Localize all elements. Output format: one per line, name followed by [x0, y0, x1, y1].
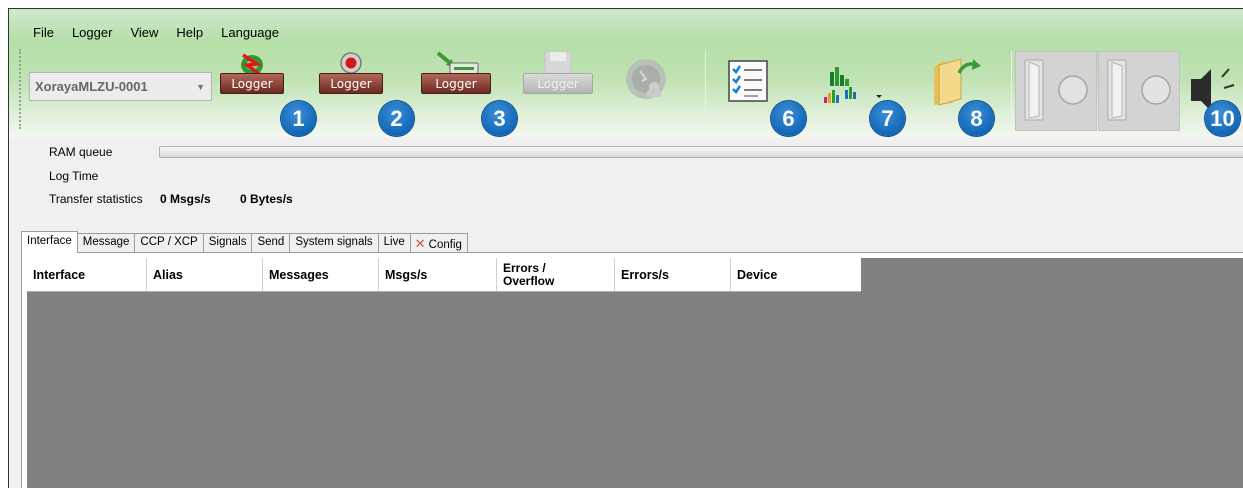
user-button[interactable] — [624, 57, 674, 107]
status-area: RAM queue Log Time Transfer statistics 0… — [9, 137, 1243, 219]
user-icon — [626, 59, 666, 99]
log-time-label: Log Time — [49, 169, 99, 183]
interface-grid[interactable]: Interface Alias Messages Msgs/s Errors /… — [27, 258, 1243, 488]
switch-icon — [1024, 59, 1088, 121]
menu-language[interactable]: Language — [212, 23, 288, 43]
checklist-icon — [728, 60, 768, 102]
download-logger-button[interactable]: Logger — [416, 51, 496, 113]
ram-queue-label: RAM queue — [49, 145, 113, 159]
logger-label: Logger — [523, 73, 593, 94]
column-errors-overflow[interactable]: Errors / Overflow — [497, 258, 615, 291]
menu-bar: File Logger View Help Language — [23, 23, 288, 43]
record-logger-button[interactable]: Logger — [316, 51, 386, 113]
menu-help[interactable]: Help — [167, 23, 212, 43]
badge-2: 2 — [379, 101, 414, 136]
tab-ccp-xcp[interactable]: CCP / XCP — [134, 233, 204, 253]
tab-signals[interactable]: Signals — [202, 233, 253, 253]
switch-icon — [1107, 59, 1171, 121]
tab-live[interactable]: Live — [377, 233, 411, 253]
column-messages[interactable]: Messages — [263, 258, 379, 291]
folder-icon — [934, 58, 981, 106]
column-interface[interactable]: Interface — [27, 258, 147, 291]
toolbar-separator — [705, 51, 706, 129]
application-window: File Logger View Help Language XorayaMLZ… — [8, 8, 1243, 488]
interface-panel: Interface Alias Messages Msgs/s Errors /… — [21, 252, 1243, 488]
badge-3: 3 — [482, 101, 517, 136]
toolbar-area: File Logger View Help Language XorayaMLZ… — [9, 9, 1243, 137]
tab-send[interactable]: Send — [251, 233, 291, 253]
transfer-statistics-label: Transfer statistics — [49, 192, 143, 206]
device-select[interactable]: XorayaMLZU-0001 ▼ — [29, 72, 212, 101]
tab-bar: Interface Message CCP / XCP Signals Send… — [21, 231, 468, 253]
badge-7: 7 — [870, 101, 905, 136]
chevron-down-icon: ▼ — [196, 82, 205, 92]
msgs-rate-value: 0 Msgs/s — [160, 192, 211, 206]
tab-interface[interactable]: Interface — [21, 231, 78, 253]
badge-6: 6 — [771, 101, 806, 136]
switch-button-1[interactable] — [1015, 51, 1097, 131]
badge-10: 10 — [1205, 101, 1240, 136]
ram-queue-progress — [159, 146, 1243, 158]
column-device[interactable]: Device — [731, 258, 861, 291]
tab-config[interactable]: ✕ Config — [409, 233, 468, 253]
menu-logger[interactable]: Logger — [63, 23, 121, 43]
tab-message[interactable]: Message — [76, 233, 136, 253]
column-alias[interactable]: Alias — [147, 258, 263, 291]
toolbar-separator — [1011, 51, 1012, 129]
logger-label: Logger — [421, 73, 491, 94]
tab-config-label: Config — [428, 239, 462, 251]
column-errors-per-sec[interactable]: Errors/s — [615, 258, 731, 291]
switch-button-2[interactable] — [1098, 51, 1180, 131]
save-logger-button[interactable]: Logger — [519, 51, 597, 113]
bar-chart-icon — [824, 67, 882, 103]
menu-file[interactable]: File — [23, 23, 63, 43]
connect-logger-button[interactable]: Logger — [217, 51, 287, 113]
record-icon — [340, 52, 362, 74]
bytes-rate-value: 0 Bytes/s — [240, 192, 293, 206]
badge-1: 1 — [281, 101, 316, 136]
grid-header: Interface Alias Messages Msgs/s Errors /… — [27, 258, 861, 292]
tab-system-signals[interactable]: System signals — [289, 233, 379, 253]
logger-label: Logger — [220, 73, 284, 94]
charts-button[interactable] — [821, 59, 887, 107]
logger-label: Logger — [319, 73, 383, 94]
toolbar-grip — [19, 49, 22, 129]
badge-8: 8 — [959, 101, 994, 136]
device-select-value: XorayaMLZU-0001 — [35, 79, 148, 94]
menu-view[interactable]: View — [121, 23, 167, 43]
column-msgs-per-sec[interactable]: Msgs/s — [379, 258, 497, 291]
tools-icon: ✕ — [414, 236, 426, 251]
checklist-button[interactable] — [724, 59, 772, 107]
